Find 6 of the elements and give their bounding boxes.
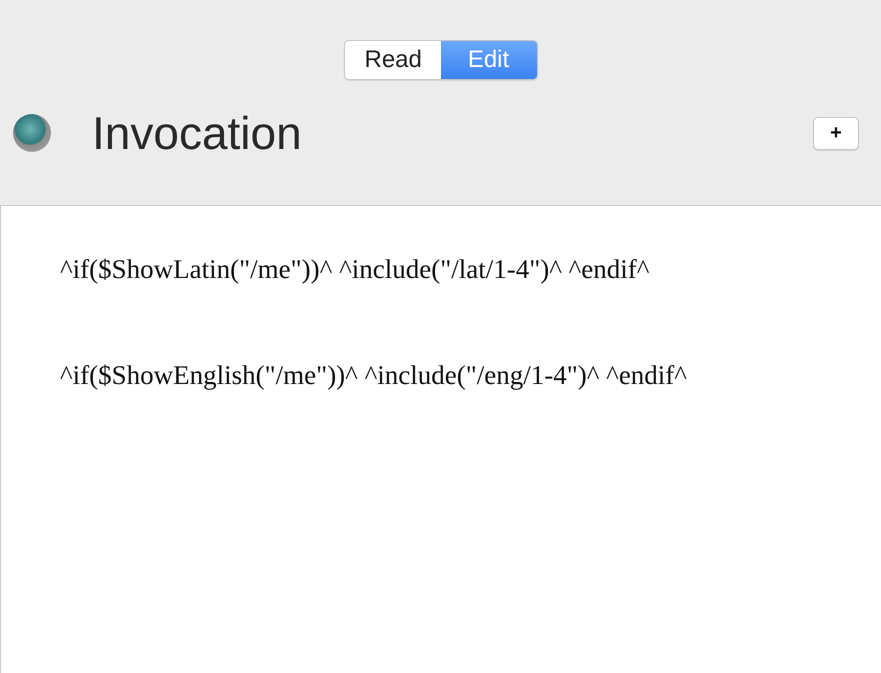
mode-tab[interactable]: Read — [344, 41, 440, 79]
page-title: Invocation — [92, 106, 303, 160]
status-icon — [13, 114, 51, 152]
code-paragraph: ^if($ShowLatin("/me"))^ ^include("/lat/1-4")^ ^endif^ — [60, 253, 650, 286]
add-button[interactable]: + — [813, 116, 859, 150]
code-paragraph: ^if($ShowEnglish("/me"))^ ^include("/eng/1-4")^ ^endif^ — [60, 359, 688, 392]
